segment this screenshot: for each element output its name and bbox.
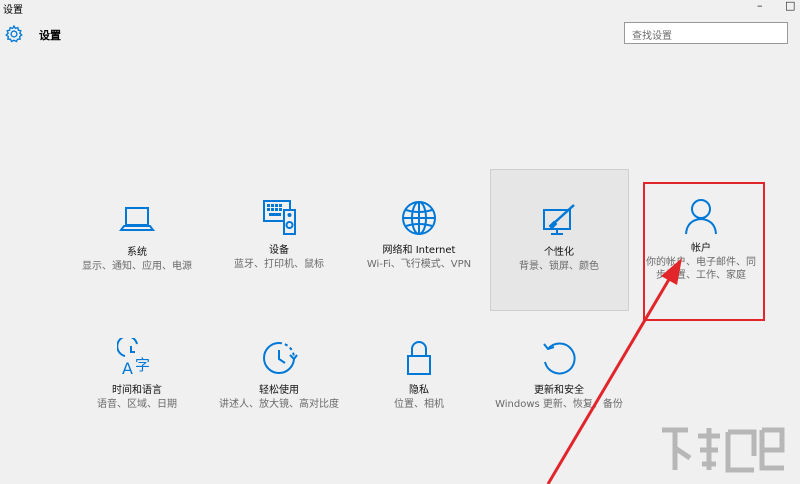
annotation-arrow <box>546 258 682 484</box>
watermark-logo <box>662 427 785 473</box>
